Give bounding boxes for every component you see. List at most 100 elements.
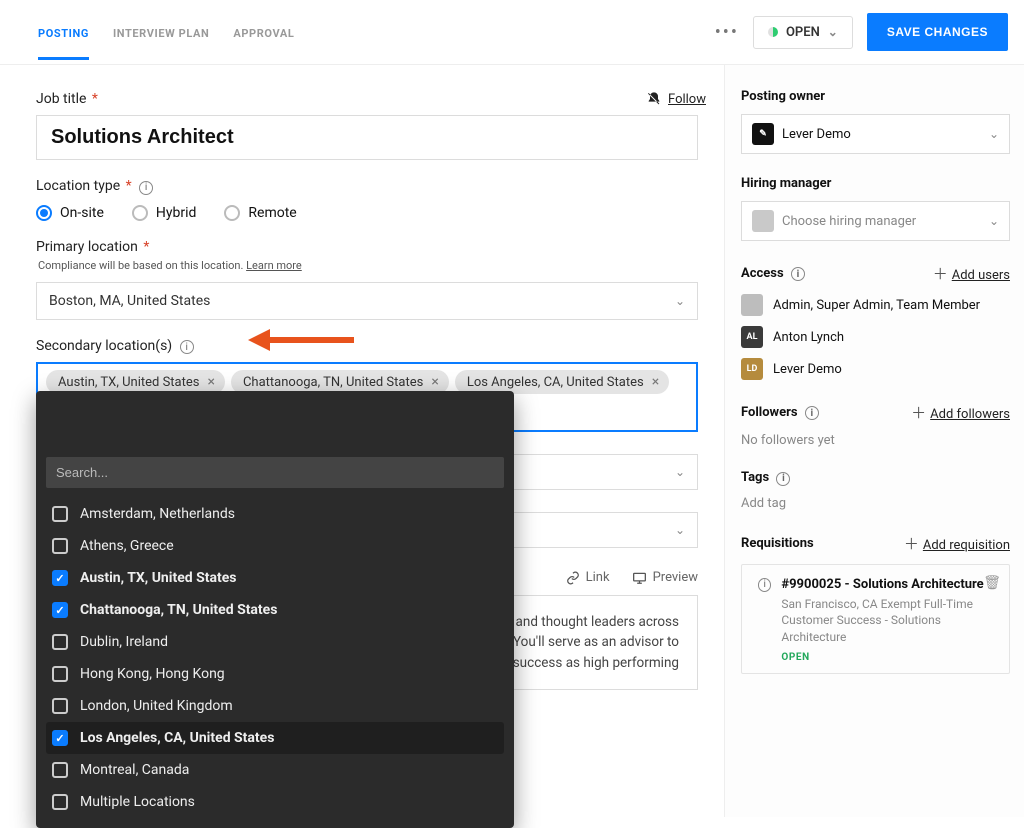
dropdown-option[interactable]: Athens, Greece xyxy=(46,530,504,562)
posting-status-dropdown[interactable]: OPEN ⌄ xyxy=(753,16,853,49)
location-type-onsite-radio[interactable]: On-site xyxy=(36,205,104,221)
dropdown-option[interactable]: Hong Kong, Hong Kong xyxy=(46,658,504,690)
checkbox-icon xyxy=(52,762,68,778)
radio-icon xyxy=(224,205,240,221)
chevron-down-icon: ⌄ xyxy=(675,465,685,479)
follow-label: Follow xyxy=(668,92,706,107)
hiring-manager-select[interactable]: Choose hiring manager ⌄ xyxy=(741,201,1010,241)
dropdown-option-label: Dublin, Ireland xyxy=(80,634,168,650)
location-type-hybrid-radio[interactable]: Hybrid xyxy=(132,205,197,221)
requisition-title: #9900025 - Solutions Architecture xyxy=(781,577,997,592)
chip-remove-icon[interactable]: × xyxy=(429,374,440,390)
chevron-down-icon: ⌄ xyxy=(989,214,999,228)
follow-toggle[interactable]: Follow xyxy=(646,91,706,107)
checkbox-icon xyxy=(52,794,68,810)
secondary-location-dropdown: Amsterdam, NetherlandsAthens, GreeceAust… xyxy=(36,391,514,828)
info-icon[interactable]: i xyxy=(776,472,790,486)
dropdown-option[interactable]: Chattanooga, TN, United States xyxy=(46,594,504,626)
save-changes-button[interactable]: SAVE CHANGES xyxy=(867,13,1008,51)
checkbox-icon xyxy=(52,666,68,682)
checkbox-icon xyxy=(52,730,68,746)
access-item: ALAnton Lynch xyxy=(741,326,1010,348)
dropdown-option-label: Multiple Locations xyxy=(80,794,195,810)
primary-location-value: Boston, MA, United States xyxy=(49,293,210,309)
chip-remove-icon[interactable]: × xyxy=(205,374,216,390)
posting-owner-value: Lever Demo xyxy=(782,127,851,142)
requisitions-heading: Requisitions xyxy=(741,536,814,551)
chevron-down-icon: ⌄ xyxy=(675,523,685,537)
dropdown-option-label: London, United Kingdom xyxy=(80,698,233,714)
checkbox-icon xyxy=(52,634,68,650)
monitor-icon xyxy=(632,571,647,585)
access-item: Admin, Super Admin, Team Member xyxy=(741,294,1010,316)
more-menu-button[interactable]: ••• xyxy=(715,22,739,43)
preview-button[interactable]: Preview xyxy=(632,570,698,585)
chip-label: Chattanooga, TN, United States xyxy=(243,375,423,390)
add-users-link[interactable]: ＋Add users xyxy=(933,263,1010,284)
info-icon[interactable]: i xyxy=(805,406,819,420)
no-followers-text: No followers yet xyxy=(741,433,1010,448)
requisition-meta-1: San Francisco, CA Exempt Full-Time xyxy=(781,596,997,613)
add-tag-input[interactable]: Add tag xyxy=(741,496,1010,511)
radio-label: Hybrid xyxy=(156,205,197,221)
access-item: LDLever Demo xyxy=(741,358,1010,380)
radio-icon xyxy=(36,205,52,221)
checkbox-icon xyxy=(52,570,68,586)
access-item-label: Admin, Super Admin, Team Member xyxy=(773,298,980,313)
location-type-remote-radio[interactable]: Remote xyxy=(224,205,296,221)
tab-interview-plan[interactable]: INTERVIEW PLAN xyxy=(113,5,209,60)
followers-heading: Followers i xyxy=(741,405,819,421)
requisition-status: OPEN xyxy=(781,652,997,663)
radio-label: On-site xyxy=(60,205,104,221)
primary-location-select[interactable]: Boston, MA, United States ⌄ xyxy=(36,282,698,320)
copy-link-button[interactable]: Link xyxy=(566,570,610,585)
radio-label: Remote xyxy=(248,205,296,221)
tags-heading: Tags i xyxy=(741,470,1010,486)
chevron-down-icon: ⌄ xyxy=(675,294,685,308)
dropdown-option[interactable]: Los Angeles, CA, United States xyxy=(46,722,504,754)
dropdown-option[interactable]: Dublin, Ireland xyxy=(46,626,504,658)
access-heading: Access i xyxy=(741,266,805,282)
primary-location-label: Primary location * xyxy=(36,239,706,255)
compliance-note: Compliance will be based on this locatio… xyxy=(38,259,706,272)
checkbox-icon xyxy=(52,506,68,522)
posting-owner-select[interactable]: ✎ Lever Demo ⌄ xyxy=(741,114,1010,154)
tab-approval[interactable]: APPROVAL xyxy=(233,5,294,60)
annotation-arrow xyxy=(248,329,354,351)
job-title-input[interactable] xyxy=(36,115,698,160)
requisition-card[interactable]: i #9900025 - Solutions Architecture San … xyxy=(741,564,1010,674)
hiring-manager-placeholder: Choose hiring manager xyxy=(782,214,916,229)
info-icon[interactable]: i xyxy=(139,181,153,195)
bell-off-icon xyxy=(646,91,662,107)
dropdown-option[interactable]: Austin, TX, United States xyxy=(46,562,504,594)
dropdown-search-input[interactable] xyxy=(46,457,504,488)
dropdown-option[interactable]: Montreal, Canada xyxy=(46,754,504,786)
owner-avatar: ✎ xyxy=(752,123,774,145)
dropdown-option-label: Los Angeles, CA, United States xyxy=(80,730,274,746)
requisition-meta-2: Customer Success - Solutions Architectur… xyxy=(781,612,997,646)
dropdown-option-label: Chattanooga, TN, United States xyxy=(80,602,277,618)
info-icon[interactable]: i xyxy=(758,578,771,592)
chip-label: Los Angeles, CA, United States xyxy=(467,375,644,390)
info-icon[interactable]: i xyxy=(180,340,194,354)
learn-more-link[interactable]: Learn more xyxy=(246,259,302,272)
add-followers-link[interactable]: ＋Add followers xyxy=(911,402,1010,423)
preview-label: Preview xyxy=(653,570,698,585)
info-icon[interactable]: i xyxy=(791,267,805,281)
posting-owner-heading: Posting owner xyxy=(741,89,1010,104)
radio-icon xyxy=(132,205,148,221)
avatar-badge: LD xyxy=(741,358,763,380)
dropdown-option[interactable]: Amsterdam, Netherlands xyxy=(46,498,504,530)
chevron-down-icon: ⌄ xyxy=(828,25,838,39)
add-requisition-link[interactable]: ＋Add requisition xyxy=(904,533,1010,554)
dropdown-option[interactable]: Multiple Locations xyxy=(46,786,504,818)
checkbox-icon xyxy=(52,602,68,618)
chip-remove-icon[interactable]: × xyxy=(650,374,661,390)
tab-posting[interactable]: POSTING xyxy=(38,5,89,60)
checkbox-icon xyxy=(52,698,68,714)
link-icon xyxy=(566,571,580,585)
dropdown-option[interactable]: London, United Kingdom xyxy=(46,690,504,722)
avatar-badge xyxy=(741,294,763,316)
trash-icon[interactable]: 🗑 xyxy=(983,575,1001,591)
avatar-placeholder-icon xyxy=(752,210,774,232)
